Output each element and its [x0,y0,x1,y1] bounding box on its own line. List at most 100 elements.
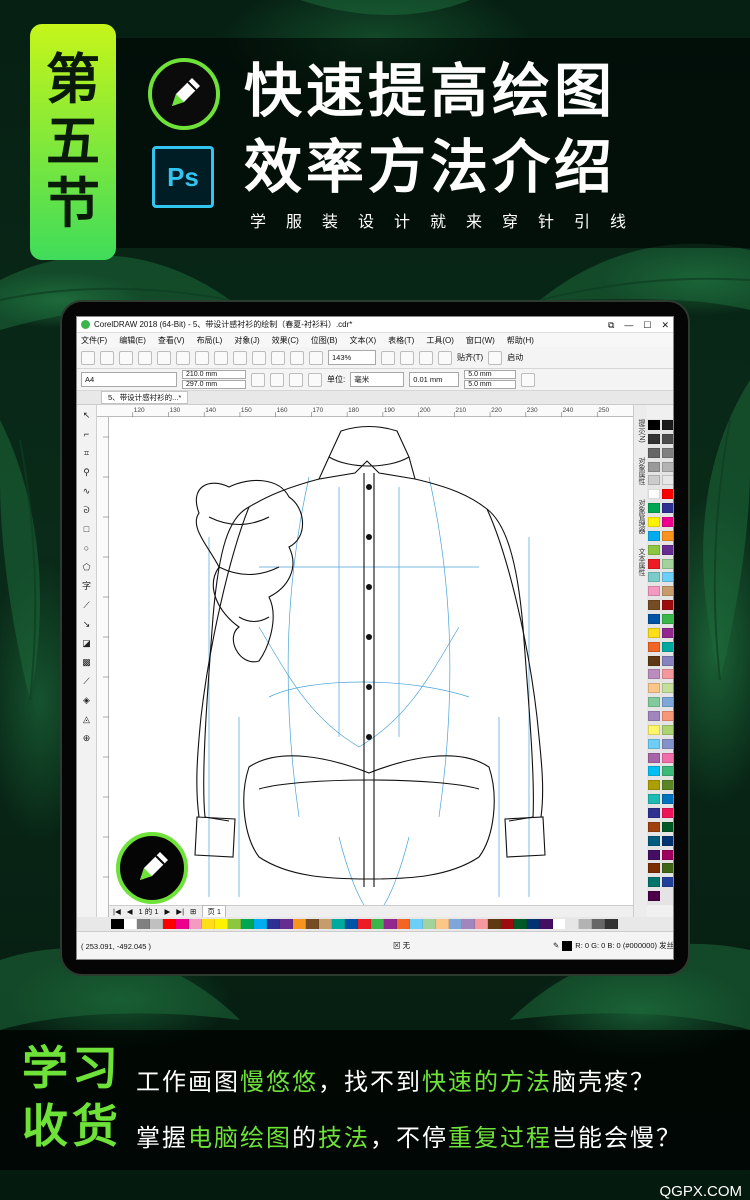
color-swatch[interactable] [648,697,660,708]
color-swatch[interactable] [648,544,660,555]
zoom-tool-icon[interactable]: ⚲ [81,466,93,478]
add-page-icon[interactable]: ⊞ [190,907,196,916]
minimize-button[interactable]: — [624,317,633,333]
color-swatch[interactable] [662,807,673,818]
document-color-swatch[interactable] [436,919,449,929]
color-swatch[interactable] [648,766,660,777]
document-color-swatch[interactable] [462,919,475,929]
show-guidelines-icon[interactable] [438,350,452,365]
document-color-swatch[interactable] [215,919,228,929]
color-swatch[interactable] [648,724,660,735]
color-swatch[interactable] [662,766,673,777]
polygon-tool-icon[interactable]: ⬠ [81,561,93,573]
docker-tab-object-properties[interactable]: 对象属性 [636,457,646,485]
document-color-swatch[interactable] [449,919,462,929]
color-swatch[interactable] [648,475,660,486]
menu-tools[interactable]: 工具(O) [426,335,454,346]
redo-icon[interactable] [233,350,247,365]
menu-effects[interactable]: 效果(C) [272,335,299,346]
color-swatch[interactable] [662,475,673,486]
portrait-icon[interactable] [251,372,265,387]
document-color-swatch[interactable] [345,919,358,929]
freehand-tool-icon[interactable]: ∿ [81,485,93,497]
color-swatch[interactable] [662,447,673,458]
color-swatch[interactable] [648,821,660,832]
shape-tool-icon[interactable]: ⌐ [81,428,93,440]
smart-fill-icon[interactable]: ◬ [81,713,93,725]
color-swatch[interactable] [662,821,673,832]
ellipse-tool-icon[interactable]: ○ [81,542,93,554]
document-color-swatch[interactable] [319,919,332,929]
docker-tab-hints[interactable]: 提示(N) [636,419,646,443]
document-color-swatch[interactable] [267,919,280,929]
page-width-field[interactable]: 210.0 mm [182,370,246,379]
document-color-swatch[interactable] [371,919,384,929]
color-swatch[interactable] [662,558,673,569]
color-swatch[interactable] [662,724,673,735]
print-icon[interactable] [138,350,152,365]
color-swatch[interactable] [648,600,660,611]
crop-tool-icon[interactable]: ⌗ [81,447,93,459]
color-swatch[interactable] [662,530,673,541]
add-icon[interactable] [521,372,536,387]
document-color-swatch[interactable] [254,919,267,929]
color-swatch[interactable] [648,447,660,458]
document-color-swatch[interactable] [202,919,215,929]
next-page-icon[interactable]: ▶ [165,907,171,916]
document-color-swatch[interactable] [488,919,501,929]
eyedropper-icon[interactable]: ⟋ [81,675,93,687]
color-swatch[interactable] [662,516,673,527]
landscape-icon[interactable] [270,372,284,387]
menu-edit[interactable]: 编辑(E) [119,335,146,346]
color-swatch[interactable] [648,516,660,527]
color-swatch[interactable] [648,780,660,791]
color-swatch[interactable] [662,738,673,749]
color-swatch[interactable] [648,572,660,583]
duplicate-x-field[interactable]: 5.0 mm [464,370,517,379]
tab-document[interactable]: 5、带设计感衬衫的...* [101,391,189,404]
color-swatch[interactable] [648,530,660,541]
drawing-canvas[interactable] [109,417,633,905]
document-color-swatch[interactable] [124,919,137,929]
undo-icon[interactable] [214,350,228,365]
color-swatch[interactable] [648,877,660,888]
show-grid-icon[interactable] [419,350,433,365]
close-button[interactable]: ✕ [661,317,669,333]
color-swatch[interactable] [662,780,673,791]
search-content-icon[interactable] [252,350,266,365]
document-color-swatch[interactable] [527,919,540,929]
document-color-swatch[interactable] [423,919,436,929]
full-screen-icon[interactable] [381,350,395,365]
new-document-icon[interactable] [81,350,95,365]
color-swatch[interactable] [662,752,673,763]
color-swatch[interactable] [648,752,660,763]
color-swatch[interactable] [662,627,673,638]
color-swatch[interactable] [648,489,660,500]
document-color-swatch[interactable] [306,919,319,929]
document-color-swatch[interactable] [566,919,579,929]
menu-object[interactable]: 对象(J) [234,335,259,346]
color-swatch[interactable] [648,627,660,638]
window-titlebar[interactable]: CorelDRAW 2018 (64-Bit) - 5、带设计感衬衫的绘制（春夏… [77,317,673,333]
maximize-button[interactable]: ☐ [643,317,651,333]
color-swatch[interactable] [662,877,673,888]
color-swatch[interactable] [662,572,673,583]
all-pages-icon[interactable] [289,372,303,387]
parallel-dimension-icon[interactable]: ⟋ [81,599,93,611]
color-swatch[interactable] [648,738,660,749]
color-swatch[interactable] [648,503,660,514]
color-swatch[interactable] [648,807,660,818]
document-color-swatch[interactable] [189,919,202,929]
color-swatch[interactable] [648,558,660,569]
document-color-swatch[interactable] [150,919,163,929]
document-color-swatch[interactable] [514,919,527,929]
document-color-swatch[interactable] [592,919,605,929]
color-swatch[interactable] [648,586,660,597]
prev-page-icon[interactable]: ◀ [127,907,133,916]
color-swatch[interactable] [648,669,660,680]
color-swatch[interactable] [662,544,673,555]
color-swatch[interactable] [648,420,660,430]
zoom-level-select[interactable]: 143% [328,350,376,365]
color-swatch[interactable] [662,489,673,500]
color-swatch[interactable] [662,697,673,708]
